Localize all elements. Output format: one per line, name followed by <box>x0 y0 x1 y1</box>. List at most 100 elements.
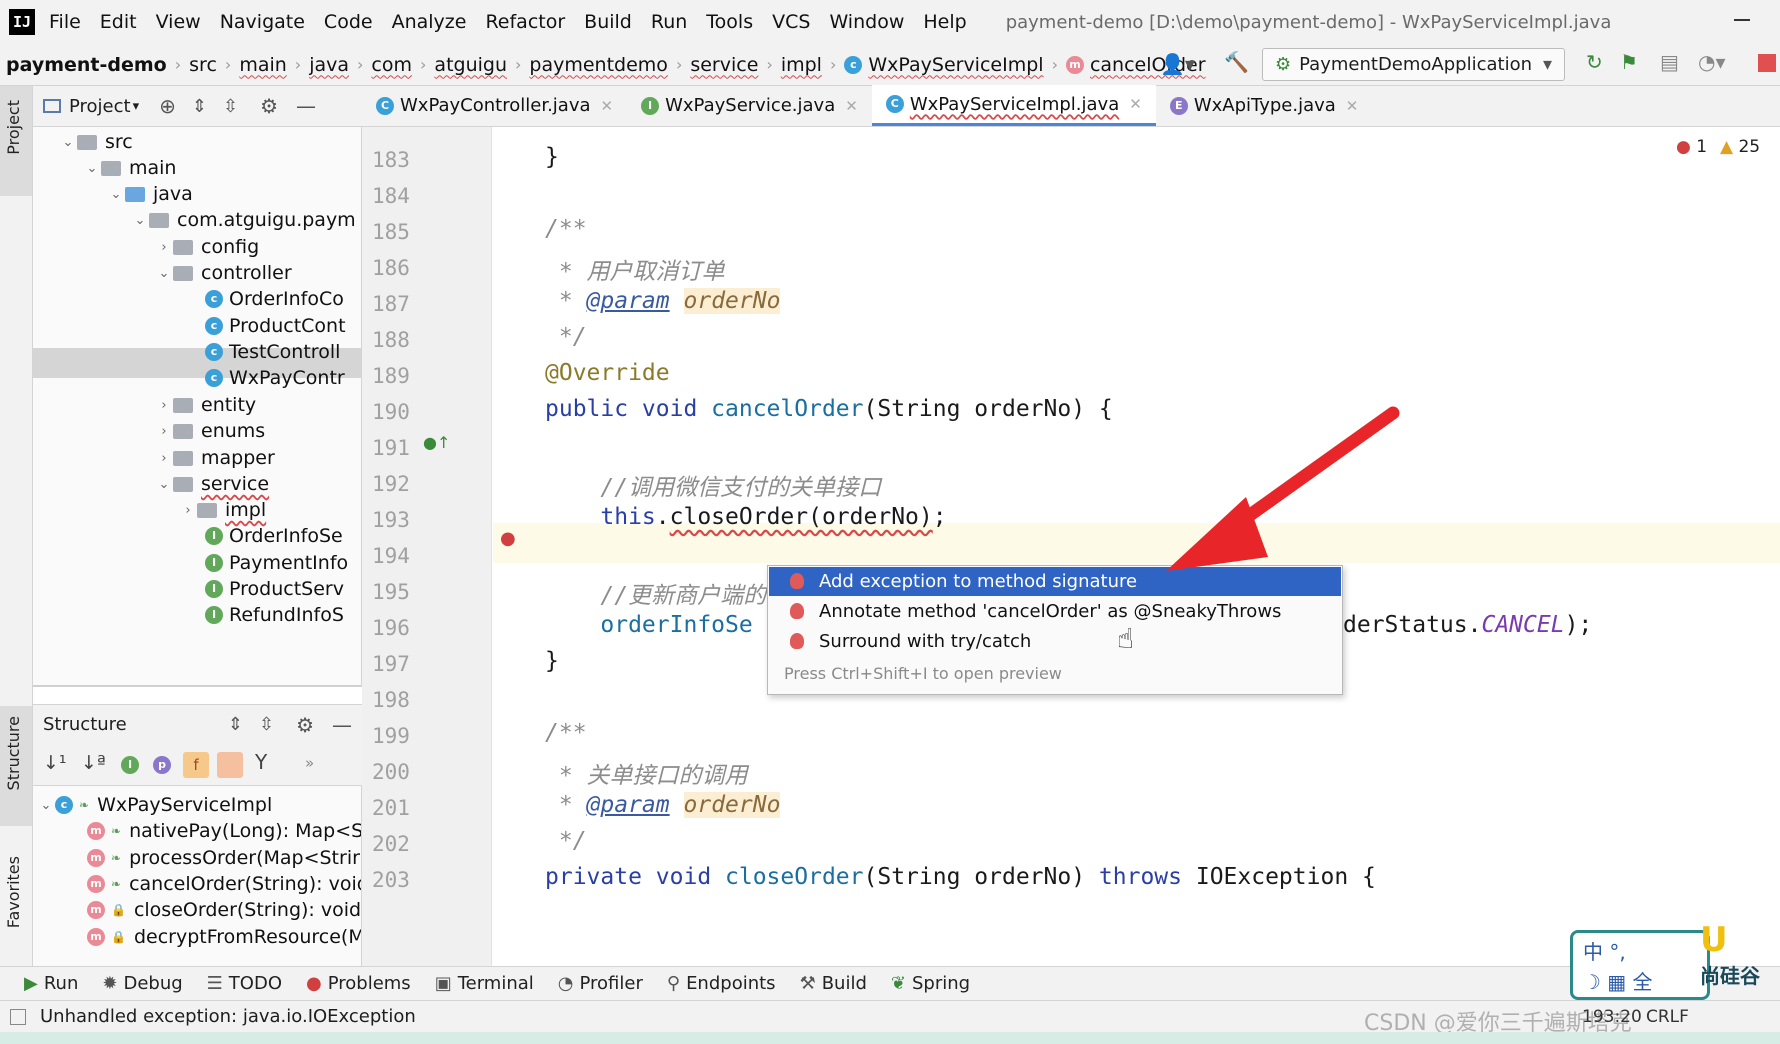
menu-build[interactable]: Build <box>584 11 632 33</box>
non-public-icon[interactable] <box>217 752 243 778</box>
line-separator[interactable]: CRLF <box>1646 1007 1689 1027</box>
editor-tabs: C WxPayController.java ✕ I WxPayService.jav… <box>362 85 1780 127</box>
debug-tool-button[interactable]: ✹ Debug <box>102 973 182 994</box>
breadcrumb-service[interactable]: service <box>690 54 758 76</box>
structure-member[interactable]: m ❧ nativePay(Long): Map<St <box>87 816 361 846</box>
sort-visibility-icon[interactable]: ↓¹ <box>43 752 67 774</box>
expand-all-icon[interactable]: ⇕ <box>192 96 207 117</box>
quick-fix-sneaky-throws[interactable]: Annotate method 'cancelOrder' as @Sneaky… <box>769 597 1341 626</box>
error-count[interactable]: ● 1 <box>1676 137 1707 157</box>
problems-tool-button[interactable]: ● Problems <box>306 973 411 994</box>
menu-tools[interactable]: Tools <box>706 11 753 33</box>
breadcrumb-class[interactable]: WxPayServiceImpl <box>868 54 1043 76</box>
collapse-all-icon[interactable]: ⇳ <box>223 96 238 117</box>
tree-item-orderinfoservice[interactable]: I OrderInfoSe <box>205 521 343 551</box>
line-number: 190 <box>372 400 410 424</box>
lambda-icon[interactable]: Y <box>255 750 267 774</box>
locate-icon[interactable]: ⊕ <box>159 94 176 118</box>
quick-fix-try-catch[interactable]: Surround with try/catch <box>769 627 1341 656</box>
status-toggle-icon[interactable] <box>10 1008 26 1025</box>
breadcrumb-com[interactable]: com <box>371 54 412 76</box>
todo-tool-button[interactable]: ☰ TODO <box>207 973 282 994</box>
tree-item-wxpaycontroller[interactable]: c WxPayContr <box>205 363 345 393</box>
run-tool-button[interactable]: ▶ Run <box>24 973 78 994</box>
hammer-icon[interactable]: 🔨 <box>1224 50 1249 74</box>
breadcrumb-atguigu[interactable]: atguigu <box>434 54 507 76</box>
structure-member[interactable]: m 🔒 decryptFromResource(M <box>87 922 361 952</box>
line-number: 197 <box>372 652 410 676</box>
expand-all-icon[interactable]: ⇕ <box>228 714 243 735</box>
implements-gutter-icon[interactable]: ●↑ <box>423 433 450 452</box>
close-icon[interactable]: ✕ <box>1346 97 1359 115</box>
close-icon[interactable]: ✕ <box>601 97 614 115</box>
profiler-icon[interactable]: ◔▾ <box>1698 50 1726 74</box>
class-icon: c <box>205 369 223 387</box>
run-configuration-select[interactable]: ⚙ PaymentDemoApplication ▾ <box>1262 48 1565 81</box>
minimize-button[interactable] <box>1734 19 1750 21</box>
menu-run[interactable]: Run <box>651 11 687 33</box>
spring-boot-icon: ⚙ <box>1275 54 1292 75</box>
breadcrumb-java[interactable]: java <box>309 54 349 76</box>
tab-wxpaycontroller[interactable]: C WxPayController.java ✕ <box>362 85 627 126</box>
caret-position[interactable]: 193:20 <box>1582 1007 1642 1027</box>
tab-wxpayserviceimpl[interactable]: C WxPayServiceImpl.java ✕ <box>871 85 1156 126</box>
error-bulb-icon[interactable]: ● <box>500 528 516 549</box>
tab-wxpayservice[interactable]: I WxPayService.java ✕ <box>627 85 872 126</box>
properties-icon[interactable]: p <box>153 756 171 774</box>
gear-icon[interactable]: ⚙ <box>260 94 278 118</box>
tree-item-orderinfocontroller[interactable]: c OrderInfoCo <box>205 284 344 314</box>
menu-refactor[interactable]: Refactor <box>485 11 565 33</box>
menu-view[interactable]: View <box>156 11 201 33</box>
tree-item-enums[interactable]: › enums <box>155 416 265 446</box>
breadcrumb-src[interactable]: src <box>189 54 217 76</box>
class-icon: c <box>844 55 863 74</box>
breadcrumb-main[interactable]: main <box>239 54 286 76</box>
hide-icon[interactable]: — <box>296 94 316 118</box>
tree-item-package[interactable]: ⌄ com.atguigu.paym <box>131 205 356 235</box>
menu-edit[interactable]: Edit <box>100 11 137 33</box>
terminal-tool-button[interactable]: ▣ Terminal <box>435 973 534 994</box>
close-icon[interactable]: ✕ <box>845 97 858 115</box>
rerun-icon[interactable]: ↻ <box>1586 50 1603 74</box>
status-message: Unhandled exception: java.io.IOException <box>40 1006 416 1027</box>
structure-tool-button[interactable]: Structure <box>4 716 23 790</box>
fields-icon[interactable]: f <box>183 752 209 778</box>
profiler-tool-button[interactable]: ◔ Profiler <box>558 973 643 994</box>
user-icon[interactable]: 👤▾ <box>1160 52 1195 76</box>
menu-vcs[interactable]: VCS <box>772 11 810 33</box>
horizontal-scrollbar[interactable] <box>33 685 361 687</box>
sort-alpha-icon[interactable]: ↓ª <box>81 752 106 774</box>
favorites-tool-button[interactable]: Favorites <box>4 856 23 928</box>
stop-icon[interactable] <box>1758 54 1776 72</box>
inherited-icon[interactable]: I <box>121 756 139 774</box>
endpoints-tool-button[interactable]: ⚲ Endpoints <box>667 973 776 994</box>
menu-window[interactable]: Window <box>829 11 904 33</box>
project-tree: ⌄ src ⌄ main ⌄ java ⌄ com.atguigu.paym › conf… <box>33 127 362 687</box>
menu-code[interactable]: Code <box>324 11 373 33</box>
close-icon[interactable]: ✕ <box>1129 95 1142 113</box>
debug-icon[interactable]: ⚑ <box>1620 50 1638 74</box>
project-tool-button[interactable]: Project <box>4 100 23 155</box>
breadcrumb-paymentdemo[interactable]: paymentdemo <box>529 54 668 76</box>
spring-tool-button[interactable]: ❦ Spring <box>891 973 970 994</box>
build-tool-button[interactable]: ⚒ Build <box>800 973 867 994</box>
tree-item-refundinfoservice[interactable]: I RefundInfoS <box>205 600 344 630</box>
gear-icon[interactable]: ⚙ <box>296 713 314 737</box>
collapse-all-icon[interactable]: ⇳ <box>259 714 274 735</box>
intellij-logo-icon: IJ <box>9 9 35 35</box>
menu-help[interactable]: Help <box>923 11 966 33</box>
more-icon[interactable]: » <box>305 754 314 772</box>
tab-wxapitype[interactable]: E WxApiType.java ✕ <box>1156 85 1373 126</box>
warning-count[interactable]: ▲ 25 <box>1720 137 1760 157</box>
structure-member[interactable]: m 🔒 closeOrder(String): void <box>87 895 361 925</box>
param-tag: @param <box>586 792 670 818</box>
menu-analyze[interactable]: Analyze <box>392 11 467 33</box>
menu-file[interactable]: File <box>49 11 81 33</box>
ime-widget[interactable]: 中 °, ☽ ▦ 全 <box>1570 930 1710 1000</box>
hide-icon[interactable]: — <box>332 713 352 737</box>
project-view-select[interactable]: Project <box>69 96 131 117</box>
coverage-icon[interactable]: ▤ <box>1660 50 1679 74</box>
breadcrumb-impl[interactable]: impl <box>781 54 822 76</box>
menu-navigate[interactable]: Navigate <box>220 11 305 33</box>
breadcrumb-project[interactable]: payment-demo <box>6 54 167 76</box>
